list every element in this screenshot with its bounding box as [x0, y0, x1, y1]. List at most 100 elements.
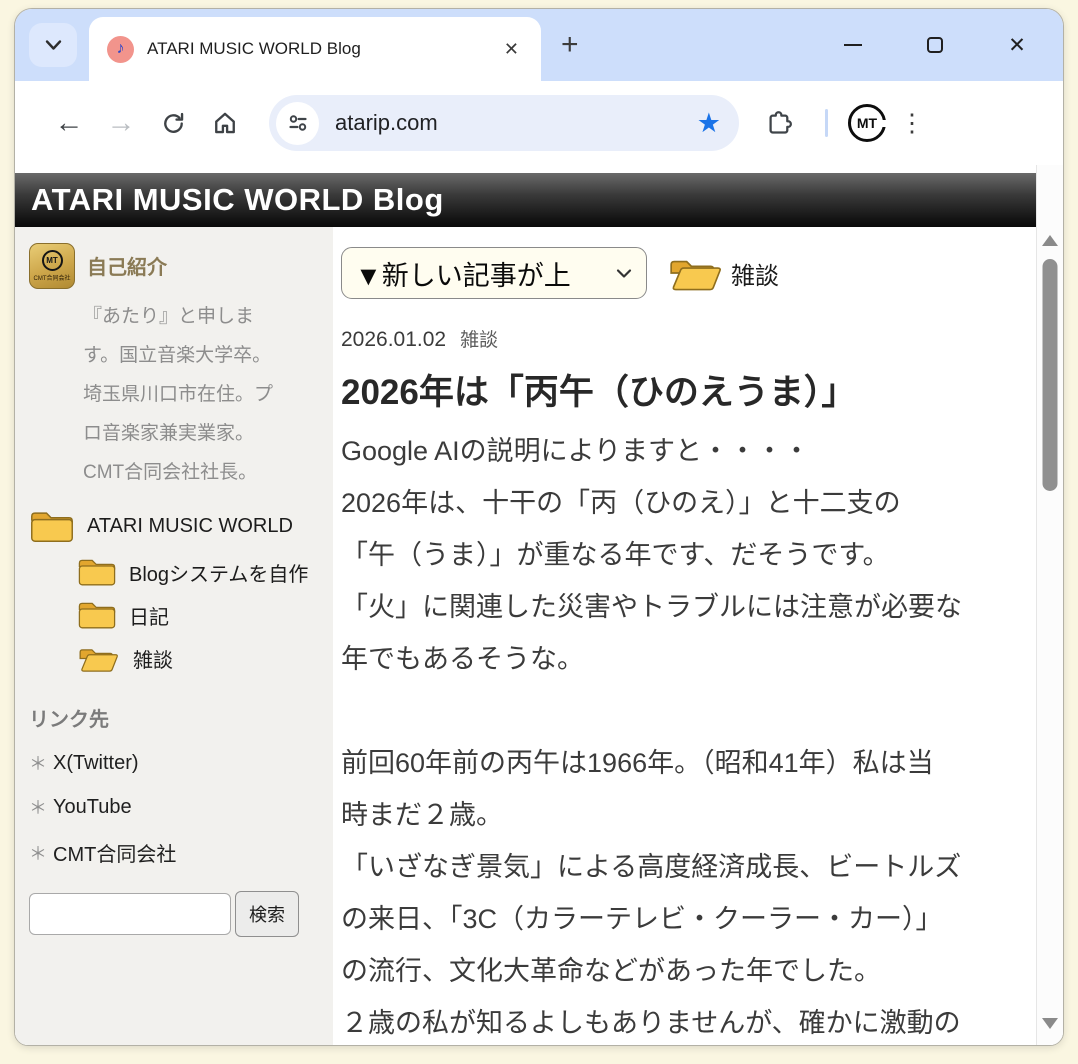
tree-label: Blogシステムを自作: [129, 558, 308, 587]
sidebar: MT CMT合同会社 自己紹介 『あたり』と申しま す。国立音楽大学卒。 埼玉県…: [15, 227, 333, 1045]
site-header-banner: ATARI MUSIC WORLD Blog: [15, 173, 1036, 227]
sidebar-search: 検索: [29, 891, 327, 937]
page-scrollbar[interactable]: [1036, 165, 1063, 1045]
article-line: 年でもあるそうな。: [341, 633, 1036, 685]
category-label: 雑談: [731, 256, 779, 291]
post-meta: 2026.01.02 雑談: [341, 325, 1036, 352]
avatar-caption: CMT合同会社: [34, 273, 71, 282]
link-label: X(Twitter): [53, 752, 139, 775]
site-settings-button[interactable]: [276, 102, 319, 145]
link-label: YouTube: [53, 796, 132, 819]
tree-label: 日記: [129, 601, 169, 630]
link-youtube[interactable]: ＊ YouTube: [29, 794, 327, 820]
chevron-down-icon: [616, 268, 632, 279]
tab-close-icon[interactable]: ✕: [496, 35, 527, 64]
link-cmt-company[interactable]: ＊ CMT合同会社: [29, 838, 327, 867]
puzzle-icon: [765, 109, 793, 137]
search-button[interactable]: 検索: [235, 891, 299, 937]
browser-tab-active[interactable]: ♪ ATARI MUSIC WORLD Blog ✕: [89, 17, 541, 81]
profile-bio-line: 『あたり』と申しま: [83, 297, 327, 336]
back-button[interactable]: ←: [43, 97, 95, 149]
tab-title: ATARI MUSIC WORLD Blog: [147, 39, 361, 59]
article-line: 2026年は、十干の「丙（ひのえ）」と十二支の: [341, 477, 1036, 529]
post-body: Google AIの説明によりますと・・・・ 2026年は、十干の「丙（ひのえ）…: [341, 425, 1036, 1045]
folder-closed-icon: [77, 599, 117, 631]
article-line: の来日、「3C（カラーテレビ・クーラー・カー）」: [341, 893, 1036, 945]
profile-bio-line: CMT合同会社社長。: [83, 453, 327, 492]
article-line: ２歳の私が知るよしもありませんが、確かに激動の: [341, 997, 1036, 1045]
url-text[interactable]: atarip.com: [335, 110, 438, 136]
chevron-down-icon: [45, 39, 62, 51]
profile-bio: 『あたり』と申しま す。国立音楽大学卒。 埼玉県川口市在住。プ ロ音楽家兼実業家…: [83, 297, 327, 492]
extensions-button[interactable]: [753, 97, 805, 149]
tree-item-root[interactable]: ATARI MUSIC WORLD: [29, 508, 327, 545]
folder-closed-icon: [77, 556, 117, 588]
tune-icon: [286, 111, 310, 135]
forward-button[interactable]: →: [95, 97, 147, 149]
asterisk-bullet: ＊: [29, 794, 47, 820]
post-title: 2026年は「丙午（ひのえうま）」: [341, 364, 1036, 415]
post-category: 雑談: [460, 325, 498, 352]
tab-strip: ♪ ATARI MUSIC WORLD Blog ✕ + ✕: [15, 9, 1063, 81]
scroll-down-arrow-icon[interactable]: [1042, 1018, 1058, 1029]
sort-select-value: ▼新しい記事が上: [355, 254, 571, 293]
scroll-up-arrow-icon[interactable]: [1042, 235, 1058, 246]
article-line: 「午（うま）」が重なる年です、だそうです。: [341, 529, 1036, 581]
toolbar-divider: [825, 109, 828, 137]
home-button[interactable]: [199, 97, 251, 149]
folder-closed-icon: [29, 508, 75, 545]
tree-item-diary[interactable]: 日記: [77, 599, 327, 631]
profile-avatar[interactable]: MT: [848, 104, 886, 142]
link-label: CMT合同会社: [53, 838, 176, 867]
page-viewport: ATARI MUSIC WORLD Blog MT CMT合同会社 自己紹介 『…: [15, 165, 1063, 1045]
browser-toolbar: ← → atarip.com: [15, 81, 1063, 165]
link-x-twitter[interactable]: ＊ X(Twitter): [29, 750, 327, 776]
maximize-icon: [927, 37, 943, 53]
article-line: [341, 685, 1036, 737]
close-button[interactable]: ✕: [1005, 33, 1029, 57]
profile-photo: MT CMT合同会社: [29, 243, 75, 289]
music-note-favicon: ♪: [107, 36, 134, 63]
post-date: 2026.01.02: [341, 328, 446, 352]
main-content: ▼新しい記事が上 雑談: [333, 227, 1036, 1045]
window-controls: ✕: [841, 33, 1063, 57]
article-line: Google AIの説明によりますと・・・・: [341, 425, 1036, 477]
tree-item-blog-system[interactable]: Blogシステムを自作: [77, 556, 327, 588]
article-line: の流行、文化大革命などがあった年でした。: [341, 945, 1036, 997]
profile-heading: 自己紹介: [87, 251, 167, 280]
profile-bio-line: ロ音楽家兼実業家。: [83, 414, 327, 453]
current-category[interactable]: 雑談: [667, 251, 779, 295]
tab-search-button[interactable]: [29, 23, 77, 67]
tree-label: 雑談: [133, 644, 173, 673]
article-line: 時まだ２歳。: [341, 789, 1036, 841]
back-icon: ←: [55, 109, 84, 138]
cmt-logo-icon: MT: [42, 250, 63, 271]
home-icon: [211, 109, 239, 137]
sort-order-select[interactable]: ▼新しい記事が上: [341, 247, 647, 299]
profile-bio-line: す。国立音楽大学卒。: [83, 336, 327, 375]
asterisk-bullet: ＊: [29, 750, 47, 776]
minimize-icon: [844, 44, 862, 46]
tree-item-chat[interactable]: 雑談: [77, 642, 327, 675]
asterisk-bullet: ＊: [29, 840, 47, 866]
reload-button[interactable]: [147, 97, 199, 149]
minimize-button[interactable]: [841, 33, 865, 57]
three-dots-icon: ⋮: [900, 108, 925, 138]
profile-bio-line: 埼玉県川口市在住。プ: [83, 375, 327, 414]
article-line: 前回60年前の丙午は1966年。（昭和41年）私は当: [341, 737, 1036, 789]
bookmark-star-icon[interactable]: ★: [697, 108, 721, 139]
search-input[interactable]: [29, 893, 231, 935]
address-bar[interactable]: atarip.com ★: [269, 95, 739, 151]
article-line: 「いざなぎ景気」による高度経済成長、ビートルズ: [341, 841, 1036, 893]
category-tree: ATARI MUSIC WORLD Blogシステムを自作: [29, 508, 327, 675]
folder-open-icon: [77, 642, 121, 675]
scrollbar-thumb[interactable]: [1043, 259, 1058, 491]
menu-button[interactable]: ⋮: [886, 97, 938, 149]
maximize-button[interactable]: [923, 33, 947, 57]
new-tab-button[interactable]: +: [541, 28, 599, 62]
reload-icon: [160, 110, 187, 137]
tree-label: ATARI MUSIC WORLD: [87, 515, 293, 538]
links-heading: リンク先: [29, 703, 327, 732]
article-line: 「火」に関連した災害やトラブルには注意が必要な: [341, 581, 1036, 633]
forward-icon: →: [107, 109, 136, 138]
